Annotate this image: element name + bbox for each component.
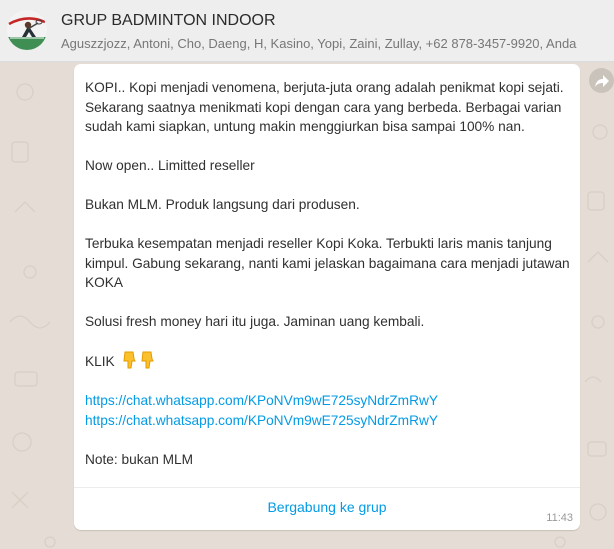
message-paragraph: Solusi fresh money hari itu juga. Jamina… [85,314,425,329]
message-bubble[interactable]: KOPI.. Kopi menjadi venomena, berjuta-ju… [74,64,580,530]
klik-label: KLIK [85,354,115,369]
message-paragraph: Terbuka kesempatan menjadi reseller Kopi… [85,236,570,290]
forward-button[interactable] [589,68,614,93]
message-timestamp: 11:43 [546,512,573,524]
group-invite-link[interactable]: https://chat.whatsapp.com/KPoNVm9wE725sy… [85,391,570,411]
group-invite-link[interactable]: https://chat.whatsapp.com/KPoNVm9wE725sy… [85,411,570,431]
pointing-down-hand-icon [139,351,155,369]
join-group-button[interactable]: Bergabung ke grup [74,488,580,526]
chat-area: KOPI.. Kopi menjadi venomena, berjuta-ju… [0,62,614,549]
pointing-down-hand-icon [121,351,137,369]
message-paragraph: Bukan MLM. Produk langsung dari produsen… [85,197,360,212]
message-paragraph: KOPI.. Kopi menjadi venomena, berjuta-ju… [85,80,564,134]
forward-arrow-icon [594,74,609,87]
group-title: GRUP BADMINTON INDOOR [61,12,276,29]
klik-line: KLIK [85,351,570,372]
message-paragraph: Now open.. Limitted reseller [85,158,255,173]
message-note: Note: bukan MLM [85,451,194,467]
group-participants: Aguszzjozz, Antoni, Cho, Daeng, H, Kasin… [61,36,577,51]
chat-header[interactable]: GRUP BADMINTON INDOOR Aguszzjozz, Antoni… [0,0,614,62]
message-links: https://chat.whatsapp.com/KPoNVm9wE725sy… [85,391,570,430]
group-avatar[interactable] [7,10,47,50]
message-body: KOPI.. Kopi menjadi venomena, berjuta-ju… [74,64,580,469]
